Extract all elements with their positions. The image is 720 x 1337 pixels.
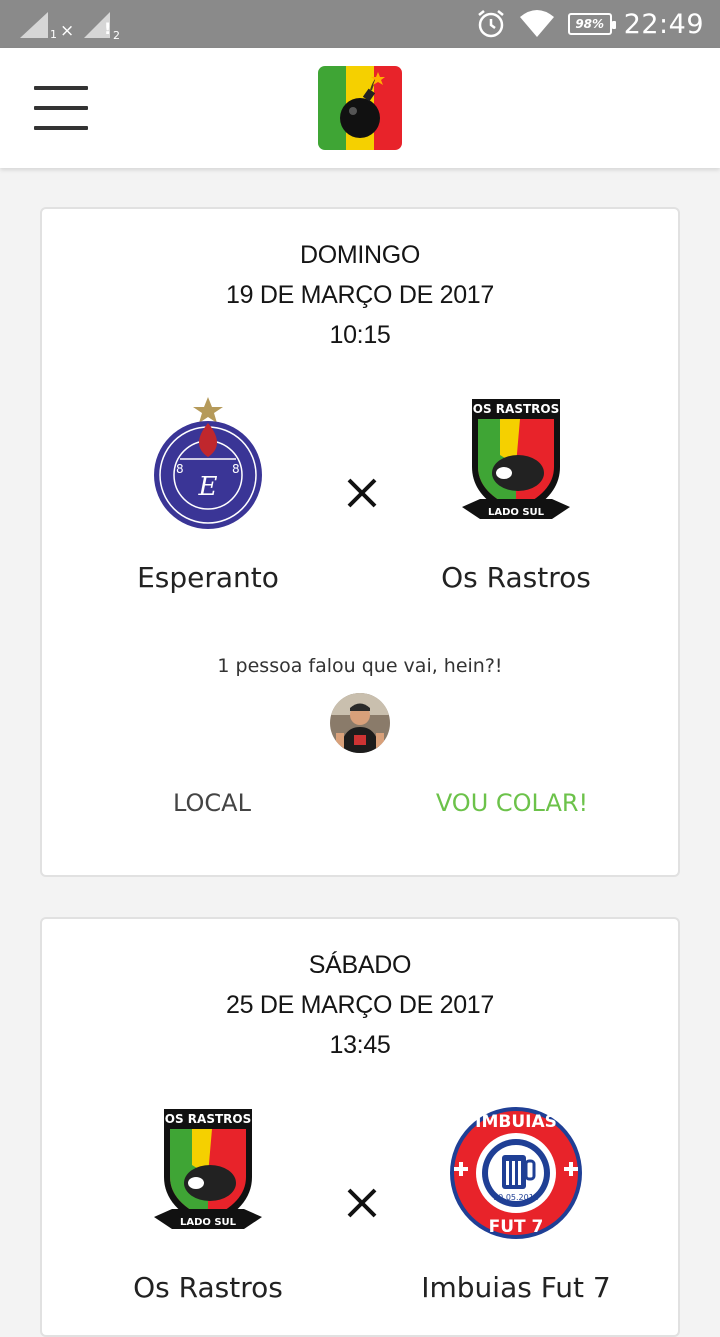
signal-indicators: 1 × ! 2 (18, 10, 122, 40)
signal-sim1-icon: 1 × (20, 12, 74, 40)
svg-text:OS RASTROS: OS RASTROS (165, 1112, 251, 1126)
attendance-text: 1 pessoa falou que vai, hein?! (217, 655, 503, 677)
svg-text:10.05.2016: 10.05.2016 (493, 1193, 539, 1202)
imbuias-crest-icon: IMBUIAS FUT 7 10.05.2016 (450, 1107, 582, 1239)
status-bar: 1 × ! 2 98% 22:49 (0, 0, 720, 48)
local-button[interactable]: LOCAL (142, 789, 282, 817)
svg-text:LADO SUL: LADO SUL (488, 507, 545, 518)
match-card: SÁBADO 25 DE MARÇO DE 2017 13:45 OS RAST… (40, 917, 680, 1337)
battery-icon: 98% (567, 13, 616, 35)
match-day: DOMINGO (299, 241, 421, 269)
match-time: 13:45 (329, 1031, 391, 1059)
svg-text:×: × (60, 21, 74, 40)
svg-text:1: 1 (50, 28, 57, 40)
svg-text:2: 2 (113, 29, 120, 40)
match-day: SÁBADO (308, 951, 412, 979)
home-team-name: Os Rastros (133, 1271, 283, 1304)
match-time: 10:15 (329, 321, 391, 349)
battery-level: 98% (575, 17, 605, 31)
going-button[interactable]: VOU COLAR! (412, 789, 612, 817)
hamburger-menu-icon[interactable] (34, 84, 88, 132)
app-bar (0, 48, 720, 168)
os-rastros-crest-icon: OS RASTROS LADO SUL (154, 1109, 262, 1229)
alarm-icon (477, 10, 504, 38)
match-date: 25 DE MARÇO DE 2017 (225, 991, 495, 1019)
away-team-name: Os Rastros (441, 561, 591, 594)
signal-sim2-icon: ! 2 (84, 12, 120, 40)
versus-icon (347, 478, 377, 508)
match-card: DOMINGO 19 DE MARÇO DE 2017 10:15 E 8 8 … (40, 207, 680, 877)
home-team-name: Esperanto (137, 561, 279, 594)
svg-text:!: ! (104, 19, 111, 38)
esperanto-crest-icon: E 8 8 (154, 397, 262, 529)
svg-text:IMBUIAS: IMBUIAS (475, 1112, 557, 1132)
match-date: 19 DE MARÇO DE 2017 (225, 281, 495, 309)
svg-text:8: 8 (176, 462, 184, 476)
svg-text:LADO SUL: LADO SUL (180, 1217, 237, 1228)
bomb-logo[interactable] (318, 66, 402, 150)
attendee-avatar[interactable] (330, 693, 390, 753)
svg-text:E: E (198, 472, 218, 502)
away-team-name: Imbuias Fut 7 (421, 1271, 611, 1304)
wifi-icon (519, 10, 554, 37)
clock: 22:49 (623, 8, 704, 40)
svg-text:FUT 7: FUT 7 (489, 1217, 544, 1237)
svg-text:OS RASTROS: OS RASTROS (473, 402, 559, 416)
status-right: 98% 22:49 (476, 6, 704, 42)
versus-icon (347, 1188, 377, 1218)
svg-text:8: 8 (232, 462, 240, 476)
os-rastros-crest-icon: OS RASTROS LADO SUL (462, 399, 570, 519)
